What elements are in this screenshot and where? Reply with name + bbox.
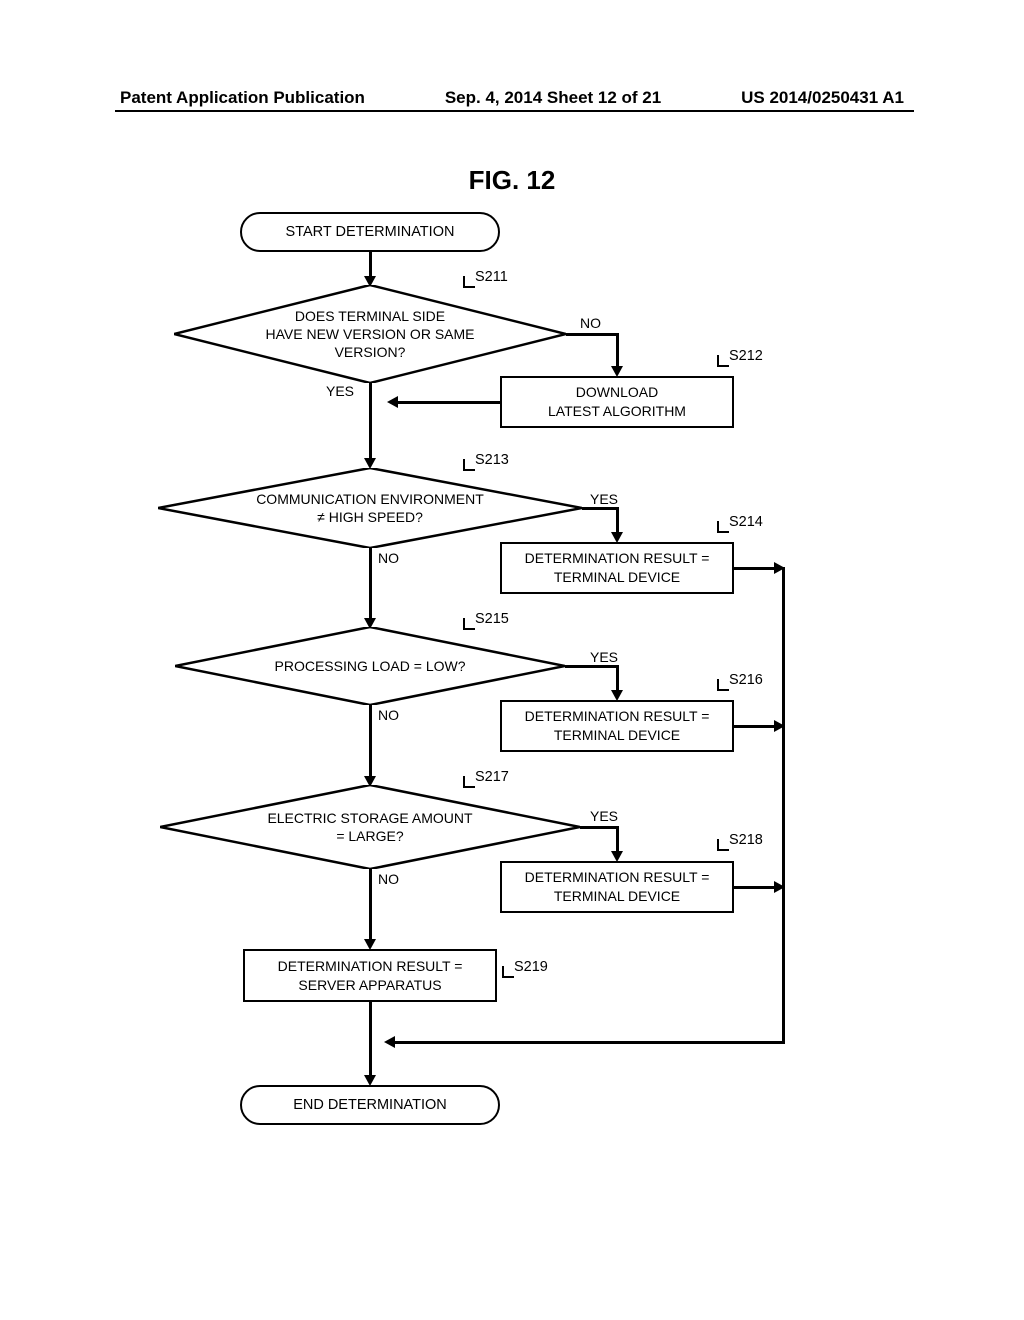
- process-s214: DETERMINATION RESULT =TERMINAL DEVICE: [500, 542, 734, 594]
- connector: [369, 383, 372, 460]
- header-divider: [115, 110, 914, 112]
- connector: [369, 869, 372, 941]
- process-s212-text: DOWNLOADLATEST ALGORITHM: [548, 383, 686, 421]
- terminator-start: START DETERMINATION: [240, 212, 500, 252]
- flowchart-canvas: START DETERMINATION S211 DOES TERMINAL S…: [140, 200, 910, 1200]
- decision-s211-text: DOES TERMINAL SIDEHAVE NEW VERSION OR SA…: [174, 285, 566, 383]
- header-center: Sep. 4, 2014 Sheet 12 of 21: [445, 88, 661, 108]
- decision-s217: ELECTRIC STORAGE AMOUNT= LARGE?: [160, 785, 580, 869]
- connector: [616, 826, 619, 853]
- connector: [398, 401, 500, 404]
- connector: [616, 333, 619, 368]
- label-no: NO: [378, 871, 399, 887]
- header-right: US 2014/0250431 A1: [741, 88, 904, 108]
- label-yes: YES: [590, 808, 618, 824]
- process-s219-text: DETERMINATION RESULT =SERVER APPARATUS: [278, 957, 463, 995]
- step-label-s211: S211: [475, 269, 508, 285]
- header-left: Patent Application Publication: [120, 88, 365, 108]
- process-s214-text: DETERMINATION RESULT =TERMINAL DEVICE: [525, 549, 710, 587]
- step-label-s214: S214: [729, 514, 763, 530]
- arrow-icon: [384, 1036, 395, 1048]
- connector: [369, 252, 372, 278]
- connector: [582, 507, 618, 510]
- arrow-icon: [387, 396, 398, 408]
- label-yes: YES: [590, 491, 618, 507]
- step-hook: [717, 679, 729, 691]
- step-hook: [717, 355, 729, 367]
- process-s218-text: DETERMINATION RESULT =TERMINAL DEVICE: [525, 868, 710, 906]
- decision-s215-text: PROCESSING LOAD = LOW?: [175, 627, 565, 705]
- step-hook: [502, 966, 514, 978]
- step-label-s216: S216: [729, 672, 763, 688]
- step-hook: [717, 839, 729, 851]
- connector: [734, 886, 774, 889]
- step-label-s219: S219: [514, 959, 548, 975]
- decision-s211: DOES TERMINAL SIDEHAVE NEW VERSION OR SA…: [174, 285, 566, 383]
- connector: [782, 567, 785, 1043]
- process-s218: DETERMINATION RESULT =TERMINAL DEVICE: [500, 861, 734, 913]
- connector: [369, 548, 372, 620]
- label-no: NO: [378, 550, 399, 566]
- terminator-end: END DETERMINATION: [240, 1085, 500, 1125]
- figure-title: FIG. 12: [469, 165, 556, 196]
- label-no: NO: [580, 315, 601, 331]
- terminator-start-text: START DETERMINATION: [286, 224, 455, 240]
- label-yes: YES: [326, 383, 354, 399]
- page-header: Patent Application Publication Sep. 4, 2…: [0, 88, 1024, 108]
- step-label-s217: S217: [475, 769, 509, 785]
- step-hook: [717, 521, 729, 533]
- process-s216-text: DETERMINATION RESULT =TERMINAL DEVICE: [525, 707, 710, 745]
- label-yes: YES: [590, 649, 618, 665]
- process-s216: DETERMINATION RESULT =TERMINAL DEVICE: [500, 700, 734, 752]
- step-label-s215: S215: [475, 611, 509, 627]
- decision-s213: COMMUNICATION ENVIRONMENT≠ HIGH SPEED?: [158, 468, 582, 548]
- connector: [734, 567, 774, 570]
- connector: [616, 665, 619, 692]
- process-s212: DOWNLOADLATEST ALGORITHM: [500, 376, 734, 428]
- decision-s215: PROCESSING LOAD = LOW?: [175, 627, 565, 705]
- connector: [565, 665, 618, 668]
- connector: [616, 507, 619, 534]
- decision-s217-text: ELECTRIC STORAGE AMOUNT= LARGE?: [160, 785, 580, 869]
- connector: [369, 705, 372, 778]
- connector: [369, 1002, 372, 1077]
- step-label-s218: S218: [729, 832, 763, 848]
- connector: [395, 1041, 785, 1044]
- label-no: NO: [378, 707, 399, 723]
- decision-s213-text: COMMUNICATION ENVIRONMENT≠ HIGH SPEED?: [158, 468, 582, 548]
- terminator-end-text: END DETERMINATION: [293, 1097, 447, 1113]
- step-label-s212: S212: [729, 348, 763, 364]
- connector: [566, 333, 618, 336]
- step-label-s213: S213: [475, 452, 509, 468]
- connector: [580, 826, 618, 829]
- process-s219: DETERMINATION RESULT =SERVER APPARATUS: [243, 949, 497, 1002]
- connector: [734, 725, 774, 728]
